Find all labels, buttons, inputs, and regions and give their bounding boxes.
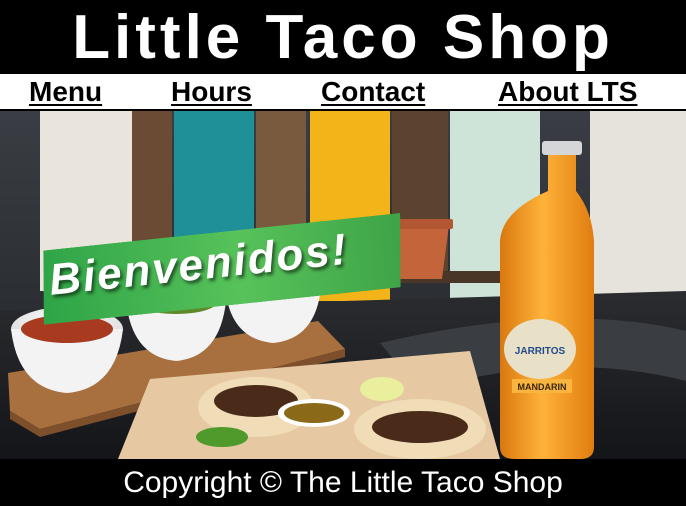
- lime-wedge: [360, 377, 404, 401]
- salsa-verde: [284, 403, 344, 423]
- main-nav: Menu Hours Contact About LTS: [0, 74, 686, 111]
- jalapeno: [196, 427, 248, 447]
- nav-link-contact[interactable]: Contact: [321, 76, 425, 108]
- nav-link-menu[interactable]: Menu: [29, 76, 102, 108]
- bottle-cap: [542, 141, 582, 155]
- bottle-brand-text: JARRITOS: [515, 346, 566, 357]
- nav-link-about[interactable]: About LTS: [498, 76, 637, 108]
- site-header: Little Taco Shop: [0, 0, 686, 74]
- taco-2-filling: [372, 411, 468, 443]
- plank-white-right: [590, 111, 686, 311]
- bottle-flavor-text: MANDARIN: [518, 382, 567, 392]
- site-footer: Copyright © The Little Taco Shop: [0, 459, 686, 506]
- copyright-text: Copyright © The Little Taco Shop: [123, 465, 563, 499]
- hero-section: JARRITOS MANDARIN Bienvenidos!: [0, 111, 686, 459]
- nav-link-hours[interactable]: Hours: [171, 76, 252, 108]
- site-title: Little Taco Shop: [72, 3, 614, 72]
